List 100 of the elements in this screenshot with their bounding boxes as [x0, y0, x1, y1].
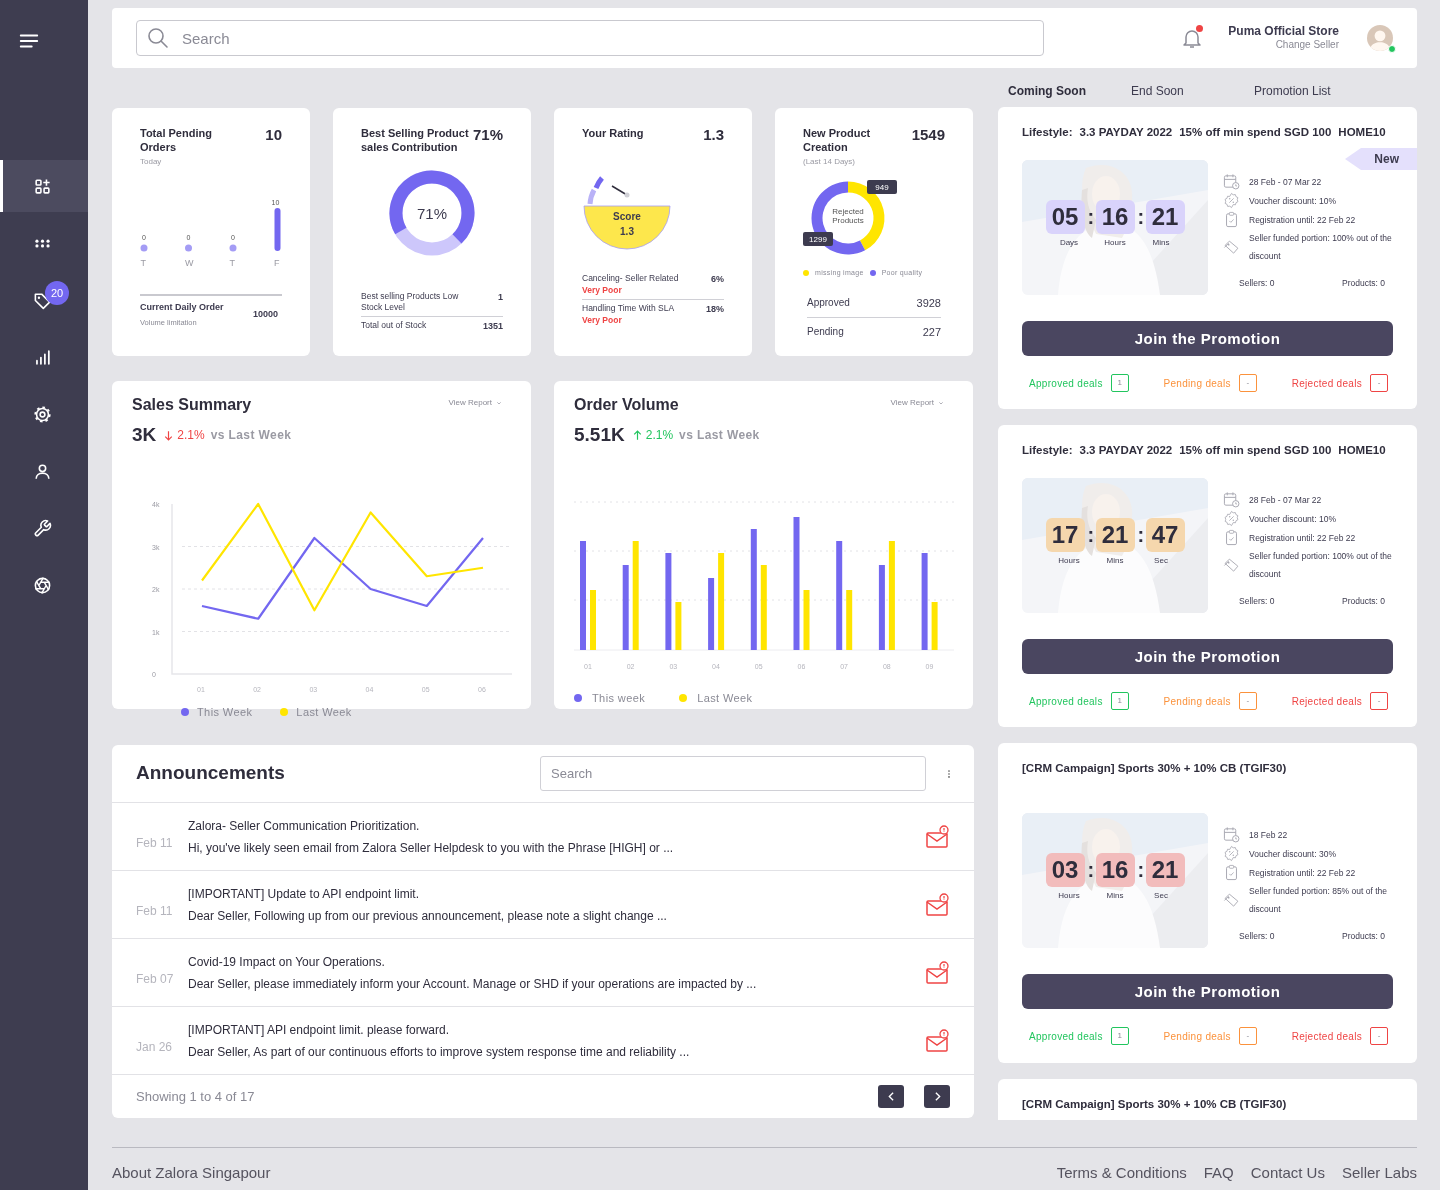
card-value: 71%	[472, 126, 503, 144]
promotion-tab[interactable]: Promotion List	[1254, 82, 1377, 100]
deal-status-label: Pending deals	[1163, 694, 1231, 709]
join-promotion-button[interactable]: Join the Promotion	[1022, 974, 1393, 1010]
footer-label: Current Daily Order	[140, 301, 224, 314]
countdown-unit: Sec	[1153, 890, 1169, 903]
sidebar-item[interactable]	[0, 160, 88, 212]
deal-count: 1	[1110, 374, 1129, 393]
sellers-count: Sellers: 0	[1239, 277, 1275, 290]
deal-count: -	[1238, 692, 1257, 711]
promotion-title: HOME10	[1338, 443, 1386, 458]
colon-separator: :	[1087, 523, 1093, 549]
promotion-tab[interactable]: End Soon	[1131, 82, 1254, 100]
next-page-button[interactable]	[924, 1085, 950, 1108]
card-value: 10	[265, 126, 282, 144]
card-title: New Product Creation	[803, 126, 872, 154]
footer-link[interactable]: Contact Us	[1250, 1162, 1325, 1185]
promotion-detail: 28 Feb - 07 Mar 22	[1249, 493, 1322, 507]
previous-page-button[interactable]	[878, 1085, 904, 1108]
row-value: 3928	[916, 295, 941, 311]
search-field[interactable]: Search	[540, 756, 926, 791]
row-label: Best selling Products Low Stock Level	[361, 291, 459, 313]
deal-status-label: Rejected deals	[1291, 694, 1362, 709]
announcement-text: Dear Seller, please immediately inform your Account. Manage or SHD if your operations are impacted by ...	[188, 975, 757, 993]
percent-badge-icon	[1223, 510, 1240, 528]
countdown-value: 21	[1145, 853, 1185, 888]
promotion-title: Lifestyle:	[1022, 125, 1073, 140]
avatar[interactable]	[1367, 25, 1393, 51]
axis-label: F	[274, 258, 280, 268]
data-label: 949	[867, 180, 897, 194]
promotion-detail: Registration until: 22 Feb 22	[1249, 866, 1356, 880]
chart-title: Sales Summary	[132, 395, 252, 415]
card-value: 1.3	[703, 126, 724, 144]
announcement-title: [IMPORTANT] Update to API endpoint limit.	[188, 885, 420, 903]
deal-status-label: Pending deals	[1163, 376, 1231, 391]
colon-separator: :	[1137, 858, 1143, 884]
comparison-text: vs Last Week	[210, 427, 292, 445]
mail-alert-button[interactable]	[924, 1028, 950, 1053]
chart-title: Order Volume	[574, 395, 679, 415]
rating-text: Very Poor	[582, 314, 623, 326]
deal-count: -	[1238, 1027, 1257, 1046]
card-value: 1549	[911, 126, 945, 144]
kpi-value: 5.51K	[574, 423, 625, 447]
countdown-value: 03	[1045, 853, 1085, 888]
colon-separator: :	[1137, 523, 1143, 549]
calendar-clock-icon	[1223, 491, 1240, 509]
deal-status-label: Approved deals	[1029, 1029, 1103, 1044]
legend-label: This Week	[197, 704, 253, 720]
row-label: Canceling- Seller Related	[582, 273, 679, 284]
new-ribbon: New	[1345, 148, 1417, 170]
announcement-text: Hi, you've likely seen email from Zalora Seller Helpdesk to you with the Phrase [HIGH] or ...	[188, 839, 674, 857]
about-link[interactable]: About Zalora Singapour	[112, 1162, 271, 1185]
announcement-title: Zalora- Seller Communication Prioritization.	[188, 817, 421, 835]
view-report-dropdown[interactable]: View Report	[890, 397, 945, 409]
countdown-unit: Hours	[1057, 890, 1081, 903]
search-field[interactable]: Search	[136, 20, 1045, 56]
countdown-unit: Sec	[1153, 555, 1169, 568]
countdown-value: 16	[1095, 853, 1135, 888]
join-promotion-button[interactable]: Join the Promotion	[1022, 639, 1393, 675]
promotion-tab[interactable]: Coming Soon	[1008, 82, 1131, 100]
mail-alert-button[interactable]	[924, 892, 950, 917]
tags-icon	[1223, 556, 1240, 574]
search-icon	[146, 26, 170, 50]
products-count: Products: 0	[1342, 277, 1385, 290]
footer-link[interactable]: FAQ	[1203, 1162, 1234, 1185]
chart-title: Rejected Products	[831, 207, 865, 225]
clipboard-check-icon	[1223, 211, 1240, 229]
promotion-detail: Seller funded portion: 100% out of the discount	[1249, 232, 1393, 264]
mail-alert-button[interactable]	[924, 824, 950, 849]
promotion-detail: Voucher discount: 10%	[1249, 194, 1336, 208]
notification-button[interactable]	[1180, 25, 1205, 51]
pagination-summary: Showing 1 to 4 of 17	[136, 1087, 255, 1106]
products-count: Products: 0	[1342, 595, 1385, 608]
aperture-icon	[33, 575, 52, 595]
countdown-value: 21	[1095, 518, 1135, 553]
promotion-detail: Registration until: 22 Feb 22	[1249, 213, 1356, 227]
caret-icon	[937, 399, 945, 407]
mail-alert-button[interactable]	[924, 960, 950, 985]
announcement-text: Dear Seller, Following up from our previous announcement, please note a slight change ...	[188, 907, 667, 925]
promotion-detail: 18 Feb 22	[1249, 828, 1288, 842]
countdown-unit: Days	[1058, 237, 1080, 250]
promotion-title: 15% off min spend SGD 100	[1179, 125, 1332, 140]
mail-alert-icon	[924, 824, 950, 849]
axis-label: T	[229, 258, 235, 268]
sellers-count: Sellers: 0	[1239, 595, 1275, 608]
footer-link[interactable]: Seller Labs	[1341, 1162, 1417, 1185]
card-title: Your Rating	[582, 126, 644, 140]
row-label: Pending	[807, 325, 844, 339]
deal-status-label: Pending deals	[1163, 1029, 1231, 1044]
change-percent: 2.1%	[177, 427, 205, 445]
percent-badge-icon	[1223, 845, 1240, 863]
footer-link[interactable]: Terms & Conditions	[1056, 1162, 1187, 1185]
view-report-dropdown[interactable]: View Report	[448, 397, 503, 409]
promotion-detail: 28 Feb - 07 Mar 22	[1249, 175, 1322, 189]
sidebar-item[interactable]: 20	[0, 274, 88, 326]
settings-icon	[33, 404, 52, 424]
row-value: 227	[922, 325, 941, 340]
change-seller-link[interactable]: Change Seller	[1275, 38, 1339, 51]
announcement-date: Feb 11	[136, 902, 174, 920]
join-promotion-button[interactable]: Join the Promotion	[1022, 321, 1393, 357]
